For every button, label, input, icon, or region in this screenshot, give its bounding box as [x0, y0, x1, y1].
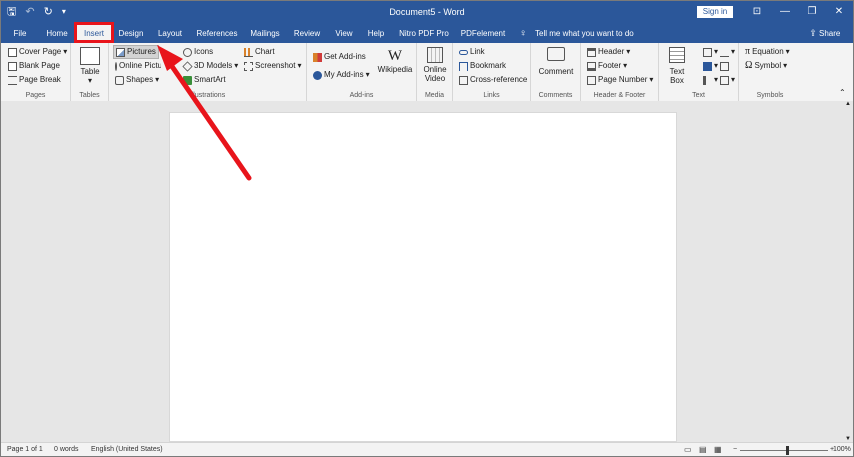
arrow-shaft [166, 59, 252, 181]
word-window: 🖫 ↶ ↻ ▾ Document5 - Word Sign in ⊡ — ❐ ✕… [0, 0, 854, 457]
annotation-arrow [157, 45, 252, 181]
arrow-head [157, 45, 183, 71]
